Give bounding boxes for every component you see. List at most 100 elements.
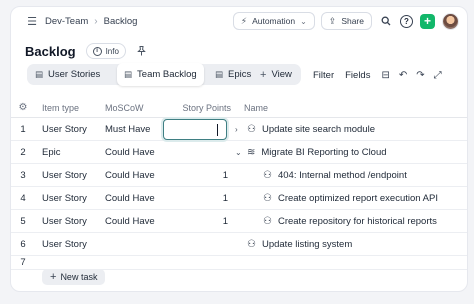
plus-icon: + [260, 68, 267, 81]
user-group-icon: ⚇ [247, 238, 256, 250]
breadcrumb-team[interactable]: Dev-Team [45, 16, 88, 27]
story-points-cell[interactable]: 1 [163, 187, 233, 209]
moscow-cell[interactable]: Must Have [105, 118, 150, 140]
row-number: 6 [20, 238, 26, 250]
table-row[interactable]: 3 User Story Could Have 1 ⚇ 404: Interna… [11, 164, 467, 187]
info-icon: i [92, 46, 102, 56]
story-points-cell[interactable]: 1 [163, 210, 233, 232]
name-cell[interactable]: ⚇ Update listing system [235, 233, 352, 255]
tab-label: Epics [228, 69, 252, 80]
group-icon[interactable]: ⊟ [381, 70, 389, 81]
new-task-button[interactable]: + New task [42, 269, 106, 285]
story-points-cell[interactable] [163, 141, 233, 163]
filter-button[interactable]: Filter [313, 70, 334, 81]
grid-icon: ▤ [215, 69, 224, 79]
row-number: 5 [20, 215, 26, 227]
avatar[interactable] [442, 12, 459, 30]
page-title: Backlog [25, 43, 76, 59]
name-cell[interactable]: ⚇ 404: Internal method /endpoint [235, 164, 407, 186]
automation-label: Automation [252, 16, 296, 26]
share-button[interactable]: ⇪ Share [320, 12, 372, 30]
name-cell[interactable]: › ⚇ Update site search module [235, 118, 375, 140]
chevron-down-icon: ⌄ [300, 16, 307, 26]
moscow-cell[interactable]: Could Have [105, 187, 155, 209]
tab-user-stories[interactable]: ▤ User Stories [35, 64, 100, 85]
task-name: Create repository for historical reports [277, 215, 437, 227]
name-cell[interactable]: ⚇ Create repository for historical repor… [235, 210, 437, 232]
table-row[interactable]: 5 User Story Could Have 1 ⚇ Create repos… [11, 210, 467, 233]
table-row[interactable]: 4 User Story Could Have 1 ⚇ Create optim… [11, 187, 467, 210]
menu-icon[interactable]: ☰ [25, 14, 39, 28]
expand-icon[interactable]: ⤢ [434, 70, 442, 81]
row-number: 2 [20, 146, 26, 158]
item-type-cell[interactable]: User Story [42, 210, 87, 232]
task-name: Update site search module [261, 123, 375, 135]
undo-icon[interactable]: ↶ [399, 70, 407, 81]
moscow-cell[interactable]: Could Have [105, 164, 155, 186]
story-points-cell[interactable]: 1 [163, 164, 233, 186]
table-row[interactable]: 7 [11, 256, 467, 270]
row-number: 1 [20, 123, 26, 135]
table-row[interactable]: 6 User Story ⚇ Update listing system [11, 233, 467, 256]
row-number: 3 [20, 169, 26, 181]
column-item-type[interactable]: Item type [42, 98, 79, 117]
column-name[interactable]: Name [244, 98, 268, 117]
item-type-cell[interactable]: User Story [42, 187, 87, 209]
layers-icon: ≋ [247, 146, 256, 158]
item-type-cell[interactable]: User Story [42, 164, 87, 186]
story-points-cell[interactable] [163, 233, 233, 255]
redo-icon[interactable]: ↷ [416, 70, 424, 81]
backlog-panel: ☰ Dev-Team › Backlog ⚡ Automation ⌄ ⇪ Sh… [10, 6, 468, 292]
item-type-cell[interactable]: User Story [42, 233, 87, 255]
settings-gear-icon[interactable]: ⚙ [11, 98, 35, 117]
tab-epics[interactable]: ▤ Epics [215, 64, 251, 85]
table-row[interactable]: 1 User Story Must Have › ⚇ Update site s… [11, 118, 467, 141]
share-icon: ⇪ [328, 15, 337, 26]
new-task-label: New task [60, 272, 98, 282]
help-icon[interactable]: ? [400, 14, 413, 28]
breadcrumb-separator-icon: › [94, 15, 98, 27]
info-button[interactable]: i Info [85, 43, 126, 59]
task-name: Update listing system [261, 238, 353, 250]
share-label: Share [341, 16, 364, 26]
breadcrumb-page[interactable]: Backlog [104, 16, 138, 27]
info-label: Info [105, 46, 119, 56]
item-type-cell[interactable]: User Story [42, 118, 87, 140]
moscow-cell[interactable]: Could Have [105, 141, 155, 163]
toolbar: Filter Fields ⊟ ↶ ↷ ⤢ [313, 66, 451, 84]
tab-label: Team Backlog [137, 69, 197, 80]
expand-arrow-icon[interactable]: › [235, 125, 247, 134]
plus-icon: + [50, 271, 57, 283]
column-moscow[interactable]: MoSCoW [105, 98, 144, 117]
grid-icon: ▤ [35, 69, 44, 79]
task-name: Create optimized report execution API [277, 192, 438, 204]
user-group-icon: ⚇ [247, 123, 256, 135]
grid-icon: ▤ [124, 69, 133, 79]
task-name: Migrate BI Reporting to Cloud [261, 146, 387, 158]
tab-team-backlog[interactable]: ▤ Team Backlog [117, 63, 204, 86]
user-group-icon: ⚇ [263, 192, 272, 204]
search-icon[interactable] [378, 13, 394, 29]
name-cell[interactable]: ⌄ ≋ Migrate BI Reporting to Cloud [235, 141, 387, 163]
user-group-icon: ⚇ [263, 169, 272, 181]
task-table: ⚙ Item type MoSCoW Story Points Name 1 U… [11, 98, 467, 270]
add-button[interactable]: + [420, 13, 435, 29]
fields-button[interactable]: Fields [345, 70, 370, 81]
add-view-button[interactable]: + View [260, 64, 292, 85]
user-group-icon: ⚇ [263, 215, 272, 227]
collapse-arrow-icon[interactable]: ⌄ [235, 148, 247, 157]
tab-label: User Stories [48, 69, 101, 80]
view-tabs: ▤ User Stories ▤ Team Backlog ▤ Epics + … [27, 63, 301, 86]
title-row: Backlog i Info [25, 43, 150, 59]
tab-label: View [271, 69, 292, 80]
name-cell[interactable]: ⚇ Create optimized report execution API [235, 187, 438, 209]
text-caret [217, 124, 218, 136]
moscow-cell[interactable]: Could Have [105, 210, 155, 232]
row-number: 7 [20, 257, 26, 268]
story-points-input[interactable] [163, 119, 227, 140]
pin-icon[interactable] [134, 43, 150, 59]
item-type-cell[interactable]: Epic [42, 141, 60, 163]
column-story-points[interactable]: Story Points [163, 98, 233, 117]
table-row[interactable]: 2 Epic Could Have ⌄ ≋ Migrate BI Reporti… [11, 141, 467, 164]
automation-button[interactable]: ⚡ Automation ⌄ [232, 12, 315, 30]
